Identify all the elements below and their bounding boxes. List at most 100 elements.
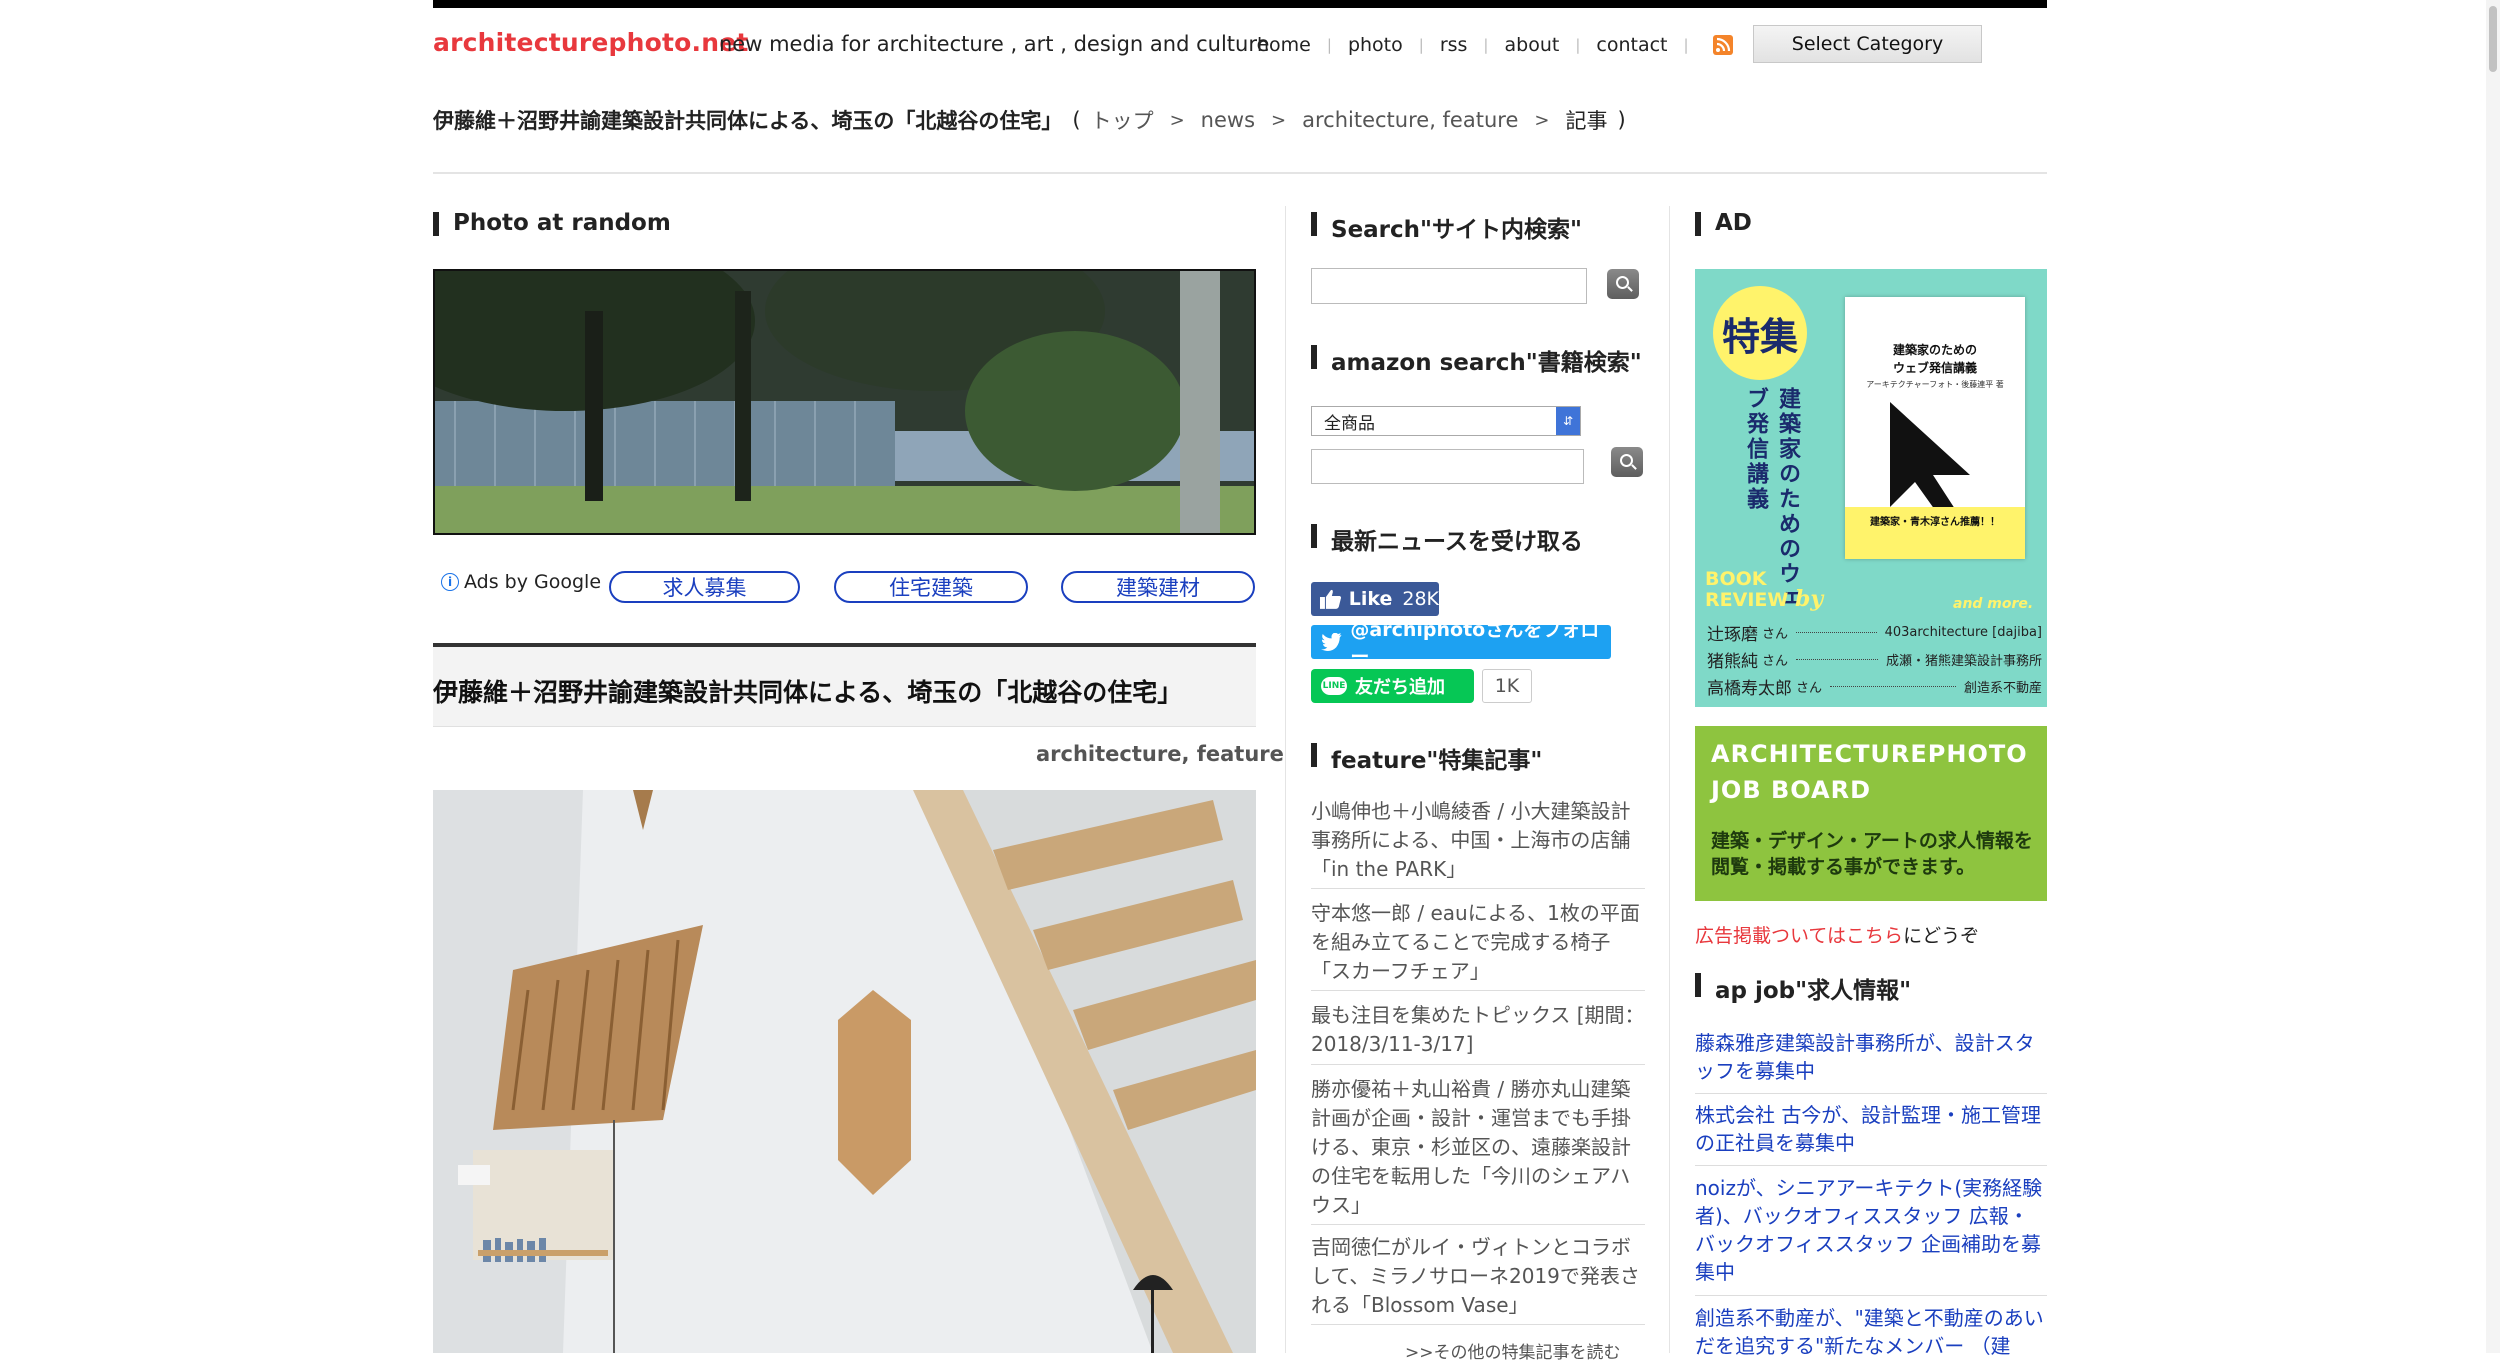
nav-about[interactable]: about <box>1504 34 1559 56</box>
twitter-follow-button[interactable]: @archiphotoさんをフォロー <box>1311 619 1611 668</box>
scrollbar-thumb[interactable] <box>2489 6 2497 72</box>
nav-photo[interactable]: photo <box>1348 34 1403 56</box>
nav-separator: | <box>1683 36 1689 54</box>
nav-separator: | <box>1483 36 1489 54</box>
ads-by-google-label: Ads by Google <box>464 571 602 593</box>
line-logo-icon: LINE <box>1321 677 1347 695</box>
breadcrumb-chevron-icon: > <box>1534 109 1550 131</box>
feature-item[interactable]: 小嶋伸也＋小嶋綾香 / 小大建築設計事務所による、中国・上海市の店舗「in th… <box>1311 797 1645 884</box>
feature-item[interactable]: 守本悠一郎 / eauによる、1枚の平面を組み立てることで完成する椅子「スカーフ… <box>1311 899 1645 986</box>
rss-feed-icon[interactable] <box>1713 35 1733 55</box>
reviewer-row: 猪熊純 さん 成瀬・猪熊建築設計事務所 <box>1707 646 2042 673</box>
job-listing-link[interactable]: 藤森雅彦建築設計事務所が、設計スタッフを募集中 <box>1695 1029 2047 1085</box>
ads-by-google[interactable]: i Ads by Google <box>441 571 601 593</box>
random-photo-image <box>435 271 1254 533</box>
job-listing-link[interactable]: 株式会社 古今が、設計監理・施工管理の正社員を募集中 <box>1695 1101 2047 1157</box>
nav-home[interactable]: home <box>1257 34 1311 56</box>
job-listing-link[interactable]: 創造系不動産が、"建築と不動産のあいだを追究する"新たなメンバー （建 <box>1695 1304 2047 1360</box>
site-search-button[interactable] <box>1607 269 1639 299</box>
breadcrumb-news-link[interactable]: news <box>1201 108 1255 132</box>
apjob-title: ap job"求人情報" <box>1695 971 1911 1005</box>
article-title[interactable]: 伊藤維＋沼野井諭建築設計共同体による、埼玉の「北越谷の住宅」 <box>433 673 1182 709</box>
job-divider <box>1695 1295 2047 1296</box>
nav-rss[interactable]: rss <box>1440 34 1468 56</box>
feature-item[interactable]: 勝亦優祐＋丸山裕貴 / 勝亦丸山建築計画が企画・設計・運営までも手掛ける、東京・… <box>1311 1075 1645 1220</box>
feature-divider <box>1311 1224 1645 1225</box>
ad-notice: 広告掲載ついてはこちらにどうぞ <box>1695 921 1979 948</box>
nav-contact[interactable]: contact <box>1596 34 1667 56</box>
job-divider <box>1695 1165 2047 1166</box>
column-divider <box>1285 206 1286 1353</box>
nav-separator: | <box>1326 36 1332 54</box>
twitter-follow-label: @archiphotoさんをフォロー <box>1350 619 1600 668</box>
feature-item[interactable]: 最も注目を集めたトピックス [期間：2018/3/11-3/17] <box>1311 1001 1645 1059</box>
breadcrumb-open-paren: ( <box>1072 108 1081 132</box>
site-tagline: new media for architecture , art , desig… <box>719 32 1270 56</box>
job-divider <box>1695 1093 2047 1094</box>
cursor-arrow-icon <box>1890 402 1970 517</box>
ad-section-title: AD <box>1695 210 1752 236</box>
reviewer-san: さん <box>1796 681 1823 696</box>
header-divider <box>433 172 2047 174</box>
site-search-title: Search"サイト内検索" <box>1311 210 1582 244</box>
job-board-title-line2: JOB BOARD <box>1711 776 1872 804</box>
amazon-category-select[interactable]: 全商品 ⇵ <box>1311 406 1581 436</box>
ad-link-building-materials[interactable]: 建築建材 <box>1061 571 1255 603</box>
job-board-title-line1: ARCHITECTUREPHOTO <box>1711 740 2028 768</box>
latest-news-title: 最新ニュースを受け取る <box>1311 522 1583 556</box>
article-header: 伊藤維＋沼野井諭建築設計共同体による、埼玉の「北越谷の住宅」 <box>433 643 1256 727</box>
breadcrumb-close-paren: ) <box>1617 108 1626 132</box>
line-add-friend-label: 友だち追加 <box>1355 677 1445 698</box>
feature-badge: 特集 <box>1713 286 1807 380</box>
facebook-like-label: Like <box>1348 588 1393 610</box>
book-cover-author: アーキテクチャーフォト・後藤連平 著 <box>1866 380 2004 389</box>
facebook-like-count: 28K <box>1402 588 1439 610</box>
job-board-banner[interactable]: ARCHITECTUREPHOTO JOB BOARD 建築・デザイン・アートの… <box>1695 726 2047 901</box>
select-category-dropdown[interactable]: Select Category <box>1753 25 1982 63</box>
ad-notice-link[interactable]: 広告掲載ついてはこちら <box>1695 925 1903 947</box>
ad-link-recruitment[interactable]: 求人募集 <box>609 571 800 603</box>
article-main-photo[interactable] <box>433 790 1256 1353</box>
reviewer-san: さん <box>1762 654 1789 669</box>
site-search-input[interactable] <box>1311 268 1587 304</box>
feature-item[interactable]: 吉岡徳仁がルイ・ヴィトンとコラボして、ミラノサローネ2019で発表される「Blo… <box>1311 1233 1645 1320</box>
thumbs-up-icon <box>1319 589 1342 609</box>
book-ad-banner[interactable]: 特集 建築家のためのウェブ発信講義 建築家のための ウェブ発信講義 アーキテクチ… <box>1695 269 2047 707</box>
book-cover-recommend: 建築家・青木淳さん推薦！！ <box>1870 517 2000 528</box>
more-features-link[interactable]: >>その他の特集記事を読む <box>1405 1338 1621 1363</box>
book-cover-title-line1: 建築家のための <box>1892 343 1977 357</box>
amazon-search-input[interactable] <box>1311 449 1584 484</box>
main-nav: home | photo | rss | about | contact | <box>1257 34 1705 56</box>
job-board-text-line2: 閲覧・掲載する事ができます。 <box>1711 856 1976 878</box>
line-add-friend-button[interactable]: LINE 友だち追加 <box>1311 669 1474 703</box>
breadcrumb: 伊藤維＋沼野井諭建築設計共同体による、埼玉の「北越谷の住宅」 ( トップ > n… <box>433 105 1636 135</box>
breadcrumb-top-link[interactable]: トップ <box>1091 105 1154 135</box>
amazon-search-button[interactable] <box>1611 447 1643 477</box>
facebook-like-button[interactable]: Like 28K <box>1311 582 1439 616</box>
and-more-label: and more. <box>1953 596 2034 612</box>
breadcrumb-chevron-icon: > <box>1271 109 1287 131</box>
article-photo-image <box>433 790 1256 1353</box>
article-category[interactable]: architecture, feature <box>1036 742 1284 766</box>
job-listing-link[interactable]: noizが、シニアアーキテクト(実務経験者)、バックオフィススタッフ 広報・バッ… <box>1695 1174 2047 1286</box>
amazon-category-value: 全商品 <box>1324 413 1375 434</box>
reviewer-row: 辻琢磨 さん 403architecture [dajiba] <box>1707 619 2042 646</box>
ad-link-housing[interactable]: 住宅建築 <box>834 571 1028 603</box>
feature-divider <box>1311 1064 1645 1065</box>
nav-separator: | <box>1418 36 1424 54</box>
reviewer-name: 高橋寿太郎 <box>1707 679 1792 699</box>
info-icon: i <box>441 573 459 591</box>
reviewer-org: 成瀬・猪熊建築設計事務所 <box>1885 654 2042 669</box>
ad-notice-suffix: にどうぞ <box>1903 925 1980 947</box>
page-scrollbar[interactable] <box>2486 0 2500 1353</box>
breadcrumb-category-link[interactable]: architecture, feature <box>1302 108 1518 132</box>
job-board-text-line1: 建築・デザイン・アートの求人情報を <box>1711 830 2033 852</box>
site-logo[interactable]: architecturephoto.net <box>433 28 749 57</box>
feature-divider <box>1311 990 1645 991</box>
reviewer-name: 猪熊純 <box>1707 652 1758 672</box>
book-cover: 建築家のための ウェブ発信講義 アーキテクチャーフォト・後藤連平 著 建築家・青… <box>1845 297 2025 559</box>
column-divider <box>1669 206 1670 1353</box>
feature-articles-title: feature"特集記事" <box>1311 741 1542 775</box>
breadcrumb-chevron-icon: > <box>1169 109 1185 131</box>
random-photo[interactable] <box>433 269 1256 535</box>
